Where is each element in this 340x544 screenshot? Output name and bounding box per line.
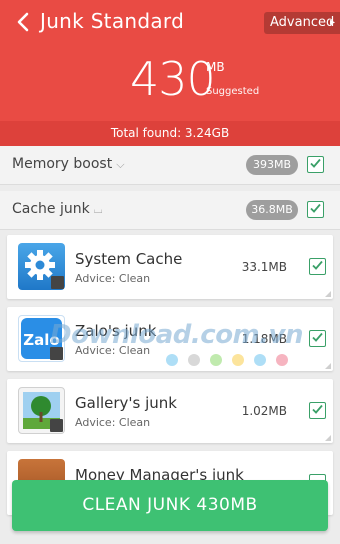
cache-junk-size-badge: 36.8MB — [246, 200, 298, 220]
check-icon — [310, 203, 321, 213]
item-advice: Advice: Clean — [75, 416, 151, 429]
page-title: Junk Standard — [40, 9, 185, 33]
item-size: 1.02MB — [241, 404, 287, 418]
item-name: System Cache — [75, 250, 183, 268]
cache-junk-label[interactable]: Cache junk ⌴ — [12, 201, 103, 217]
clean-junk-button[interactable]: CLEAN JUNK 430MB — [12, 480, 328, 531]
item-name: Gallery's junk — [75, 394, 177, 412]
item-checkbox[interactable] — [309, 402, 326, 419]
memory-boost-row[interactable]: Memory boost ⌵ 393MB — [0, 146, 340, 185]
amount-unit: MB — [206, 60, 225, 74]
advanced-label: Advanced — [270, 15, 335, 30]
back-arrow-icon[interactable] — [14, 11, 34, 33]
memory-boost-size-badge: 393MB — [246, 155, 298, 175]
gear-icon — [18, 243, 65, 290]
cache-junk-text: Cache junk — [12, 201, 90, 217]
gallery-icon — [18, 387, 65, 434]
memory-boost-checkbox[interactable] — [307, 156, 324, 173]
total-found-bar: Total found: 3.24GB — [0, 121, 340, 146]
item-name: Zalo's junk — [75, 322, 157, 340]
corner-triangle-icon — [325, 363, 331, 369]
memory-boost-label[interactable]: Memory boost ⌵ — [12, 156, 125, 172]
item-checkbox[interactable] — [309, 258, 326, 275]
trash-icon — [51, 276, 64, 289]
zalo-icon: Zalo — [18, 315, 65, 362]
suggested-amount: 430 — [130, 52, 216, 106]
memory-boost-text: Memory boost — [12, 156, 113, 172]
chevron-down-icon: ⌵ — [116, 158, 125, 171]
trash-icon — [50, 347, 63, 360]
corner-triangle-icon — [325, 435, 331, 441]
item-checkbox[interactable] — [309, 330, 326, 347]
item-advice: Advice: Clean — [75, 344, 151, 357]
top-bar: Junk Standard Advanced ▸ — [0, 0, 340, 44]
cache-junk-row[interactable]: Cache junk ⌴ 36.8MB — [0, 191, 340, 230]
suggested-label: Suggested — [206, 86, 260, 97]
item-size: 33.1MB — [241, 260, 287, 274]
chevron-right-icon: ▸ — [329, 17, 335, 28]
list-item-system-cache[interactable]: System Cache Advice: Clean 33.1MB — [7, 235, 333, 299]
item-size: 1.18MB — [241, 332, 287, 346]
list-item-gallery[interactable]: Gallery's junk Advice: Clean 1.02MB — [7, 379, 333, 443]
cache-junk-checkbox[interactable] — [307, 201, 324, 218]
check-icon — [310, 158, 321, 168]
trash-icon — [50, 419, 63, 432]
check-icon — [312, 332, 323, 342]
advanced-button[interactable]: Advanced ▸ — [264, 12, 340, 34]
check-icon — [312, 260, 323, 270]
item-advice: Advice: Clean — [75, 272, 151, 285]
corner-triangle-icon — [325, 291, 331, 297]
header: Junk Standard Advanced ▸ 430 MB Suggeste… — [0, 0, 340, 146]
list-item-zalo[interactable]: Zalo Zalo's junk Advice: Clean 1.18MB — [7, 307, 333, 371]
check-icon — [312, 404, 323, 414]
chevron-up-icon: ⌴ — [93, 203, 103, 216]
